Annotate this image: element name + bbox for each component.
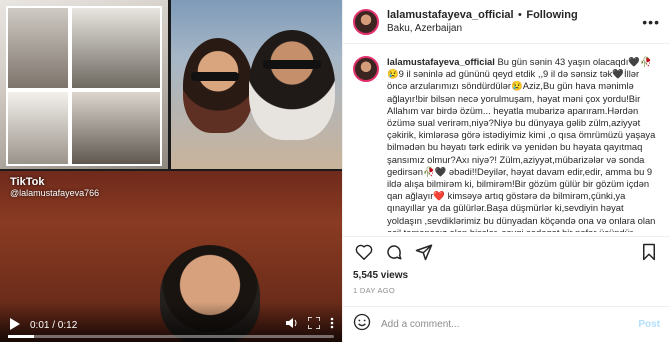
video-time: 0:01 / 0:12 (30, 319, 78, 331)
post-header: lalamustafayeva_official • Following Bak… (343, 0, 670, 44)
collage-thumb (70, 90, 162, 166)
more-vert-icon[interactable] (330, 316, 334, 334)
separator-dot: • (518, 9, 522, 21)
sunglasses-shape (263, 60, 321, 69)
following-button[interactable]: Following (526, 9, 577, 21)
like-heart-icon[interactable] (353, 241, 375, 263)
tiktok-handle: @lalamustafayeva766 (10, 188, 100, 198)
video-progress-bar[interactable] (8, 335, 334, 338)
share-icon[interactable] (413, 241, 435, 263)
header-username[interactable]: lalamustafayeva_official (387, 9, 514, 21)
views-count[interactable]: 5,545 views (353, 270, 408, 281)
comment-icon[interactable] (383, 241, 405, 263)
more-options-icon[interactable]: ••• (642, 14, 660, 30)
play-icon[interactable] (10, 317, 20, 333)
caption-text: Bu gün sənin 43 yaşın olacaqdı🖤🥀😢9 il sə… (387, 56, 656, 232)
post-caption: lalamustafayeva_official Bu gün sənin 43… (387, 56, 660, 232)
tiktok-label: TikTok (10, 176, 45, 188)
post-timestamp[interactable]: 1 DAY AGO (353, 286, 395, 295)
fullscreen-icon[interactable] (307, 316, 321, 334)
caption-area: lalamustafayeva_official Bu gün sənin 43… (343, 44, 670, 232)
emoji-icon[interactable] (353, 313, 371, 336)
post-panel: lalamustafayeva_official • Following Bak… (342, 0, 670, 342)
caption-username[interactable]: lalamustafayeva_official (387, 56, 495, 67)
collage-thumb (6, 90, 70, 166)
woman-figure (183, 38, 253, 133)
action-bar (343, 236, 670, 266)
comment-bar: Post (343, 306, 670, 342)
comment-input[interactable] (379, 318, 639, 331)
post-media[interactable]: TikTok @lalamustafayeva766 0:01 / 0:12 (0, 0, 342, 342)
avatar[interactable] (353, 8, 379, 35)
man-figure (249, 30, 335, 140)
couple-selfie-photo (171, 0, 342, 169)
collage-photo (0, 0, 168, 169)
tiktok-watermark: TikTok @lalamustafayeva766 (10, 176, 99, 198)
bookmark-icon[interactable] (638, 241, 660, 263)
avatar[interactable] (353, 56, 379, 82)
sunglasses-shape (191, 72, 239, 81)
video-controls: 0:01 / 0:12 (0, 302, 342, 342)
collage-thumb (6, 6, 70, 90)
collage-thumb (70, 6, 162, 90)
post-comment-button[interactable]: Post (638, 319, 660, 330)
location-link[interactable]: Baku, Azerbaijan (387, 22, 578, 36)
volume-icon[interactable] (286, 316, 298, 334)
video-progress-fill (8, 335, 35, 338)
